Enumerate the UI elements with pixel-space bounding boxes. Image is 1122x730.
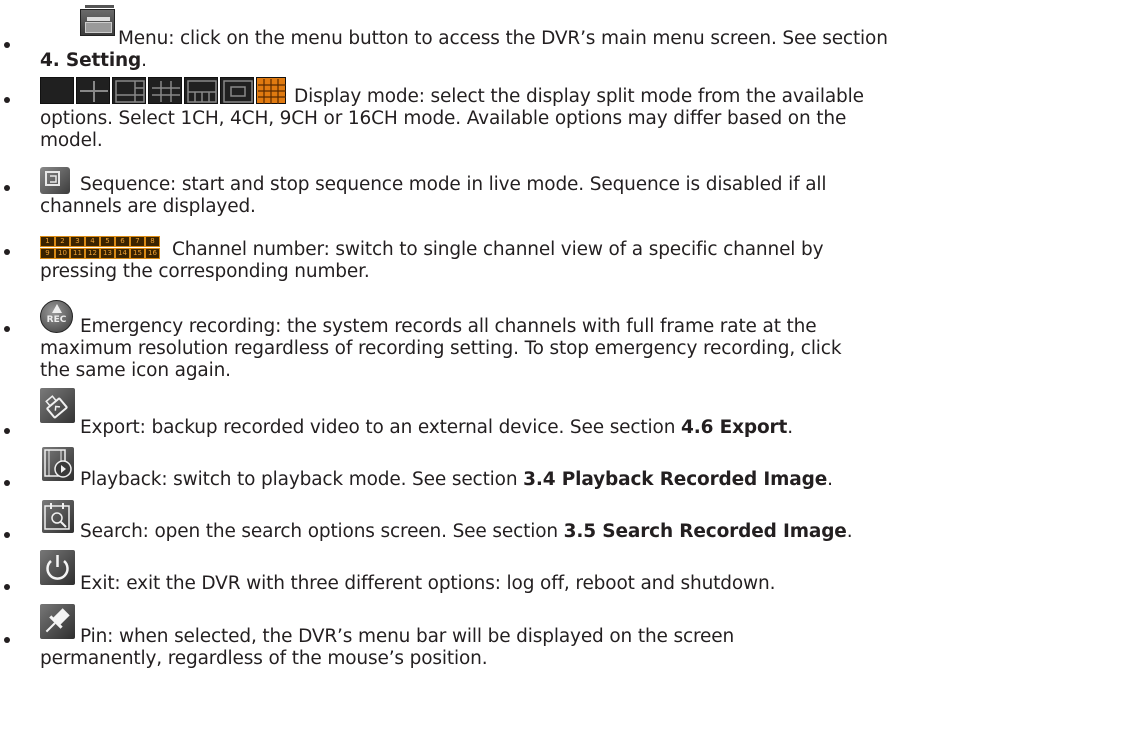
display-mode-line-1: Display mode: select the display split m… <box>294 86 864 107</box>
split-6ch-icon[interactable] <box>112 77 146 104</box>
usb-export-icon[interactable] <box>40 388 75 423</box>
search-line-1: Search: open the search options screen. … <box>80 521 853 542</box>
display-mode-line-2: options. Select 1CH, 4CH, 9CH or 16CH mo… <box>40 108 847 129</box>
channel-2-button[interactable]: 2 <box>55 236 70 247</box>
channel-12-button[interactable]: 12 <box>85 248 100 259</box>
exit-line-1: Exit: exit the DVR with three different … <box>80 573 776 594</box>
menu-line-1: Menu: click on the menu button to access… <box>118 28 888 49</box>
channel-8-button[interactable]: 8 <box>145 236 160 247</box>
menu-line-2: 4. Setting. <box>40 50 147 71</box>
section-ref-playback[interactable]: 3.4 Playback Recorded Image <box>523 469 827 490</box>
film-play-icon[interactable] <box>42 447 74 481</box>
power-icon[interactable] <box>40 550 75 585</box>
channel-number-line-1: Channel number: switch to single channel… <box>172 239 824 260</box>
bullet <box>4 249 10 255</box>
display-mode-line-3: model. <box>40 130 103 151</box>
calendar-search-icon[interactable] <box>42 500 74 533</box>
channel-10-button[interactable]: 10 <box>55 248 70 259</box>
channel-number-line-2: pressing the corresponding number. <box>40 261 370 282</box>
split-9ch-icon[interactable] <box>148 77 182 104</box>
bullet <box>4 532 10 538</box>
export-line-1: Export: backup recorded video to an exte… <box>80 417 793 438</box>
menu-monitor-icon <box>80 5 115 36</box>
channel-number-icons: 1 2 3 4 5 6 7 8 9 10 11 12 13 14 15 16 <box>40 236 162 260</box>
section-ref-export[interactable]: 4.6 Export <box>681 417 787 438</box>
channel-5-button[interactable]: 5 <box>100 236 115 247</box>
bullet <box>4 428 10 434</box>
channel-15-button[interactable]: 15 <box>130 248 145 259</box>
split-8ch-icon[interactable] <box>184 77 218 104</box>
split-4ch-icon[interactable] <box>76 77 110 104</box>
channel-7-button[interactable]: 7 <box>130 236 145 247</box>
channel-4-button[interactable]: 4 <box>85 236 100 247</box>
bullet <box>4 637 10 643</box>
pin-line-2: permanently, regardless of the mouse’s p… <box>40 648 488 669</box>
channel-13-button[interactable]: 13 <box>100 248 115 259</box>
pin-line-1: Pin: when selected, the DVR’s menu bar w… <box>80 626 735 647</box>
bullet <box>4 97 10 103</box>
channel-11-button[interactable]: 11 <box>70 248 85 259</box>
split-16ch-icon[interactable] <box>256 77 286 104</box>
emergency-line-1: Emergency recording: the system records … <box>80 316 817 337</box>
split-1ch-icon[interactable] <box>40 77 74 104</box>
playback-line-1: Playback: switch to playback mode. See s… <box>80 469 833 490</box>
rec-warning-icon[interactable]: REC <box>40 300 73 333</box>
emergency-line-2: maximum resolution regardless of recordi… <box>40 338 842 359</box>
emergency-line-3: the same icon again. <box>40 360 231 381</box>
channel-1-button[interactable]: 1 <box>40 236 55 247</box>
manual-page: Menu: click on the menu button to access… <box>0 0 1122 730</box>
channel-3-button[interactable]: 3 <box>70 236 85 247</box>
sequence-line-1: Sequence: start and stop sequence mode i… <box>80 174 827 195</box>
split-13ch-icon[interactable] <box>220 77 254 104</box>
channel-9-button[interactable]: 9 <box>40 248 55 259</box>
bullet <box>4 42 10 48</box>
display-split-icons <box>40 77 286 104</box>
channel-14-button[interactable]: 14 <box>115 248 130 259</box>
channel-6-button[interactable]: 6 <box>115 236 130 247</box>
bullet <box>4 480 10 486</box>
bullet <box>4 185 10 191</box>
section-ref-search[interactable]: 3.5 Search Recorded Image <box>564 521 847 542</box>
channel-16-button[interactable]: 16 <box>145 248 160 259</box>
bullet <box>4 326 10 332</box>
section-ref-setting[interactable]: 4. Setting <box>40 50 141 71</box>
pushpin-icon[interactable] <box>40 604 75 639</box>
sequence-icon[interactable] <box>40 167 70 194</box>
sequence-line-2: channels are displayed. <box>40 196 256 217</box>
bullet <box>4 584 10 590</box>
